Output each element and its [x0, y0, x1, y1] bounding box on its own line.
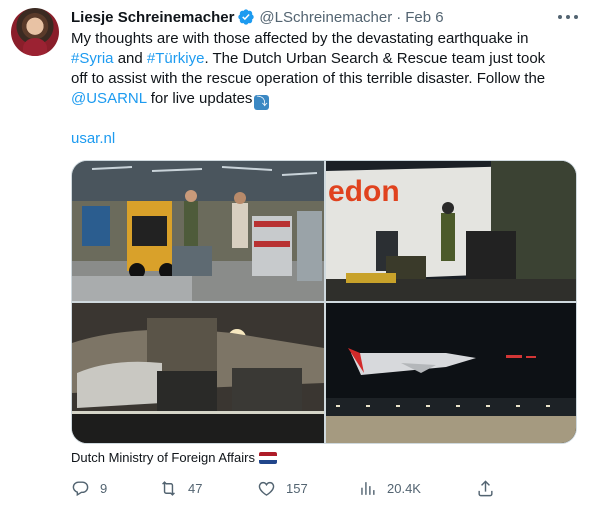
tweet-header: Liesje Schreinemacher @LSchreinemacher ·…	[71, 7, 444, 27]
tweet-text-segment: . The Dutch Urban Search & Rescue team j…	[204, 50, 546, 67]
tweet-line-3: off to assist with the rescue operation …	[71, 70, 546, 87]
analytics-icon	[361, 481, 375, 495]
mention-usarnl[interactable]: @USARNL	[71, 90, 147, 107]
tweet-text-segment: for live updates	[146, 90, 253, 107]
media-credit-text: Dutch Ministry of Foreign Affairs	[71, 450, 255, 465]
tweet-actions: 9 47 157 20.4K	[71, 478, 501, 498]
plane-takeoff-scene	[326, 303, 576, 443]
photo-plane-loading[interactable]: edon	[326, 161, 576, 301]
views-button[interactable]: 20.4K	[358, 478, 421, 498]
tweet-text: My thoughts are with those affected by t…	[71, 29, 576, 110]
arrow-down-emoji-icon: ⤵	[254, 95, 270, 110]
photo-warehouse[interactable]	[72, 161, 324, 301]
reply-count: 9	[100, 480, 108, 496]
handle[interactable]: @LSchreinemacher	[259, 9, 392, 26]
media-credit[interactable]: Dutch Ministry of Foreign Affairs	[71, 450, 277, 465]
avatar[interactable]	[11, 8, 59, 56]
retweet-count: 47	[188, 480, 203, 496]
tweet-card[interactable]: Liesje Schreinemacher @LSchreinemacher ·…	[0, 0, 589, 509]
retweet-button[interactable]: 47	[159, 478, 202, 498]
more-horizontal-icon	[558, 15, 562, 19]
plane-livery-text: edon	[328, 175, 400, 208]
loading-dusk-scene	[72, 303, 324, 443]
tweet-text-and: and	[113, 50, 147, 67]
share-icon	[478, 479, 493, 496]
link-usar[interactable]: usar.nl	[71, 129, 115, 149]
heart-icon	[258, 481, 275, 496]
plane-loading-scene: edon	[326, 161, 576, 301]
photo-loading-dusk[interactable]	[72, 303, 324, 443]
like-button[interactable]: 157	[257, 478, 308, 498]
display-name[interactable]: Liesje Schreinemacher	[71, 9, 234, 26]
retweet-icon	[162, 480, 175, 496]
tweet-date[interactable]: Feb 6	[405, 9, 443, 26]
share-button[interactable]	[476, 478, 495, 498]
views-count: 20.4K	[387, 480, 421, 496]
reply-icon	[72, 480, 89, 496]
verified-badge-icon	[238, 9, 255, 25]
photo-plane-takeoff[interactable]	[326, 303, 576, 443]
media-grid: edon	[71, 160, 577, 444]
netherlands-flag-icon	[259, 451, 277, 464]
more-options-button[interactable]	[558, 8, 578, 26]
warehouse-scene	[72, 161, 324, 301]
tweet-line-4: @USARNL for live updates ⤵	[71, 89, 576, 110]
hashtag-turkiye[interactable]: #Türkiye	[147, 50, 205, 67]
hashtag-syria[interactable]: #Syria	[71, 50, 114, 67]
tweet-line-1: My thoughts are with those affected by t…	[71, 30, 529, 47]
tweet-line-2: #Syria and #Türkiye. The Dutch Urban Sea…	[71, 49, 576, 69]
header-separator: ·	[396, 8, 402, 26]
like-count: 157	[286, 480, 308, 496]
reply-button[interactable]: 9	[71, 478, 107, 498]
